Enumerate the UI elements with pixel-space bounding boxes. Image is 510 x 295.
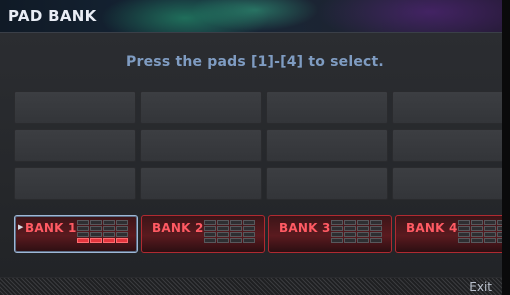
mini-pad [331, 232, 343, 237]
pad-row [14, 129, 510, 162]
pad-slot [266, 91, 388, 124]
mini-pad [204, 220, 216, 225]
mini-pad [204, 232, 216, 237]
mini-pad [344, 220, 356, 225]
mini-pad [458, 238, 470, 243]
main-content: Press the pads [1]-[4] to select. ▶ BANK… [0, 33, 510, 277]
mini-pad [357, 226, 369, 231]
mini-pad [116, 220, 128, 225]
mini-pad [484, 238, 496, 243]
mini-pad [90, 226, 102, 231]
mini-pad [116, 232, 128, 237]
pad-slot [140, 167, 262, 200]
mini-pad [243, 232, 255, 237]
mini-pad [204, 226, 216, 231]
footer-bar: Exit [0, 277, 510, 295]
mini-pad [77, 232, 89, 237]
pad-bank-screen: PAD BANK Press the pads [1]-[4] to selec… [0, 0, 510, 295]
mini-pad [90, 232, 102, 237]
bank-label: BANK 4 [406, 221, 458, 235]
instruction-prompt: Press the pads [1]-[4] to select. [126, 54, 384, 70]
mini-pad [103, 232, 115, 237]
mini-pad [471, 232, 483, 237]
mini-pad [77, 238, 89, 243]
mini-pad [103, 226, 115, 231]
title-bar: PAD BANK [0, 0, 510, 33]
mini-pad [458, 232, 470, 237]
mini-pad [90, 238, 102, 243]
mini-pad [217, 226, 229, 231]
bank-3-button[interactable]: BANK 3 [268, 215, 392, 253]
pad-slot [392, 91, 510, 124]
mini-pad [484, 232, 496, 237]
bank-pad-map [77, 220, 128, 243]
mini-pad [458, 226, 470, 231]
selected-marker-icon: ▶ [18, 223, 24, 231]
pad-slot [266, 129, 388, 162]
pad-slot [14, 167, 136, 200]
mini-pad [344, 232, 356, 237]
mini-pad [77, 226, 89, 231]
mini-pad [357, 232, 369, 237]
mini-pad [344, 238, 356, 243]
mini-pad [331, 238, 343, 243]
mini-pad [103, 238, 115, 243]
mini-pad [217, 232, 229, 237]
mini-pad [370, 238, 382, 243]
bank-pad-map [331, 220, 382, 243]
mini-pad [230, 226, 242, 231]
mini-pad [204, 238, 216, 243]
mini-pad [471, 220, 483, 225]
pad-slot [392, 167, 510, 200]
mini-pad [230, 232, 242, 237]
mini-pad [116, 226, 128, 231]
mini-pad [243, 220, 255, 225]
bank-buttons: ▶ BANK 1 BANK 2 BANK 3 BANK 4 [14, 215, 510, 253]
pad-grid [14, 91, 510, 205]
pad-slot [140, 91, 262, 124]
bank-pad-map [204, 220, 255, 243]
pad-slot [392, 129, 510, 162]
bank-label: BANK 3 [279, 221, 331, 235]
mini-pad [217, 238, 229, 243]
mini-pad [243, 226, 255, 231]
mini-pad [471, 226, 483, 231]
mini-pad [116, 238, 128, 243]
pad-slot [14, 129, 136, 162]
mini-pad [370, 232, 382, 237]
mini-pad [357, 238, 369, 243]
bank-label: BANK 1 [25, 221, 77, 235]
mini-pad [331, 220, 343, 225]
mini-pad [484, 220, 496, 225]
mini-pad [243, 238, 255, 243]
mini-pad [90, 220, 102, 225]
bank-4-button[interactable]: BANK 4 [395, 215, 510, 253]
mini-pad [458, 220, 470, 225]
screen-edge [502, 0, 510, 295]
mini-pad [103, 220, 115, 225]
mini-pad [230, 238, 242, 243]
window-title: PAD BANK [8, 7, 97, 25]
mini-pad [370, 226, 382, 231]
pad-slot [140, 129, 262, 162]
mini-pad [357, 220, 369, 225]
mini-pad [370, 220, 382, 225]
mini-pad [471, 238, 483, 243]
bank-label: BANK 2 [152, 221, 204, 235]
bank-1-button[interactable]: ▶ BANK 1 [14, 215, 138, 253]
pad-row [14, 167, 510, 200]
pad-slot [14, 91, 136, 124]
mini-pad [484, 226, 496, 231]
mini-pad [331, 226, 343, 231]
pad-slot [266, 167, 388, 200]
mini-pad [344, 226, 356, 231]
mini-pad [77, 220, 89, 225]
mini-pad [230, 220, 242, 225]
exit-button[interactable]: Exit [469, 280, 492, 294]
bank-2-button[interactable]: BANK 2 [141, 215, 265, 253]
pad-row [14, 91, 510, 124]
mini-pad [217, 220, 229, 225]
